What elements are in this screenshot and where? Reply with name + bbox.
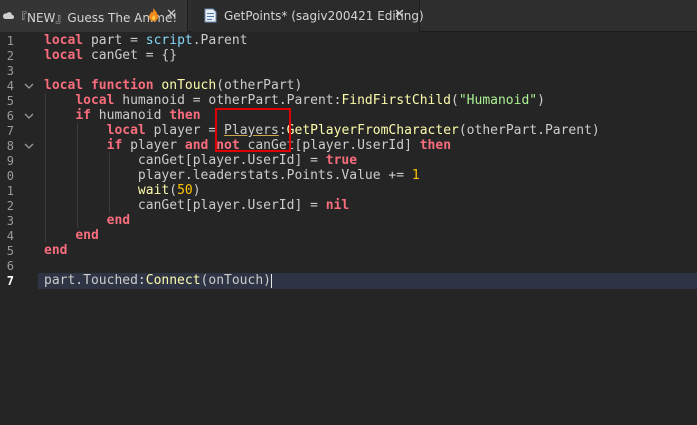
- keyword: local: [106, 123, 146, 138]
- code-line-15: end: [44, 243, 67, 259]
- code-line-14: end: [44, 228, 99, 244]
- code-text: (otherPart.Parent): [458, 123, 600, 138]
- code-text: player =: [145, 123, 225, 138]
- line-number: 3: [6, 64, 14, 78]
- fold-chevron-icon[interactable]: [24, 138, 34, 154]
- line-number: 3: [6, 214, 14, 228]
- keyword: end: [106, 213, 131, 228]
- line-number: 1: [6, 184, 14, 198]
- keyword: then: [169, 108, 201, 123]
- script-editor[interactable]: 1 2 3 4 5 6 7 8 9 0 1 2 3 4 5 6 7 local …: [0, 32, 697, 425]
- code-line-12: canGet[player.UserId] = nil: [44, 198, 349, 214]
- function-name: FindFirstChild: [341, 93, 452, 108]
- fold-chevron-icon[interactable]: [24, 78, 34, 94]
- keyword: true: [325, 153, 358, 168]
- keyword: local: [44, 78, 84, 93]
- close-tab-icon[interactable]: ✕: [166, 7, 177, 22]
- keyword: local: [44, 33, 84, 48]
- line-number: 8: [6, 139, 14, 153]
- line-number: 6: [6, 109, 14, 123]
- tab-getpoints[interactable]: GetPoints* (sagiv200421 Editing) ✕: [191, 0, 424, 32]
- code-line-13: end: [44, 213, 130, 229]
- code-line-17: part.Touched:Connect(onTouch): [44, 273, 272, 289]
- code-line-10: player.leaderstats.Points.Value += 1: [44, 168, 420, 184]
- code-text: (: [169, 183, 178, 198]
- close-tab-icon[interactable]: ✕: [394, 7, 405, 22]
- number-literal: 1: [411, 168, 420, 183]
- code-line-9: canGet[player.UserId] = true: [44, 153, 357, 169]
- code-text: (: [451, 93, 459, 108]
- code-line-2: local canGet = {}: [44, 48, 177, 64]
- keyword: if: [106, 138, 123, 153]
- keyword: local: [44, 48, 84, 63]
- line-number: 5: [6, 94, 14, 108]
- keyword: nil: [325, 198, 350, 213]
- keyword: local: [75, 93, 115, 108]
- code-text: .Parent: [192, 33, 248, 48]
- line-number: 4: [6, 229, 14, 243]
- keyword: then: [419, 138, 452, 153]
- code-line-5: local humanoid = otherPart.Parent:FindFi…: [44, 93, 545, 109]
- code-line-11: wait(50): [44, 183, 201, 199]
- tab-bar: 『NEW』Guess The Anime! ✕ GetPoints* (sagi…: [0, 0, 697, 32]
- line-number: 2: [6, 49, 14, 63]
- line-number: 7: [6, 124, 14, 138]
- keyword: end: [44, 243, 68, 258]
- line-number: 2: [6, 199, 14, 213]
- code-text: humanoid = otherPart.Parent:: [114, 93, 342, 108]
- builtin: script: [145, 33, 193, 48]
- code-text: canGet[player.UserId] =: [137, 153, 326, 168]
- code-text: (otherPart): [216, 78, 303, 93]
- code-text: (onTouch): [200, 273, 271, 288]
- script-icon: [204, 8, 217, 26]
- function-name: Connect: [145, 273, 201, 288]
- code-text: player.leaderstats.Points.Value +=: [137, 168, 412, 183]
- code-text: part.Touched:: [44, 273, 146, 288]
- keyword: end: [75, 228, 99, 243]
- keyword: function: [90, 78, 154, 93]
- line-number: 6: [6, 259, 14, 273]
- code-text: player: [122, 138, 185, 153]
- code-line-4: local function onTouch(otherPart): [44, 78, 302, 94]
- function-name: wait: [137, 183, 170, 198]
- line-number: 0: [6, 169, 14, 183]
- line-number: 4: [6, 79, 14, 93]
- text-caret: [271, 273, 272, 288]
- keyword: if: [75, 108, 91, 123]
- code-line-1: local part = script.Parent: [44, 33, 248, 49]
- code-text: part =: [83, 33, 146, 48]
- function-name: onTouch: [161, 78, 217, 93]
- number-literal: 50: [177, 183, 193, 198]
- line-number: 1: [6, 34, 14, 48]
- keyword: and: [184, 138, 209, 153]
- code-line-6: if humanoid then: [44, 108, 201, 124]
- string-literal: "Humanoid": [458, 93, 538, 108]
- code-text: canGet = {}: [83, 48, 178, 63]
- code-text: humanoid: [90, 108, 170, 123]
- code-line-7: local player = Players:GetPlayerFromChar…: [44, 123, 600, 139]
- fold-chevron-icon[interactable]: [24, 108, 34, 124]
- code-text: ): [537, 93, 545, 108]
- line-number: 9: [6, 154, 14, 168]
- line-number-current: 7: [6, 274, 14, 288]
- fire-icon: [148, 8, 159, 25]
- code-text: canGet[player.UserId] =: [137, 198, 326, 213]
- function-name: GetPlayerFromCharacter: [286, 123, 459, 138]
- line-number: 5: [6, 244, 14, 258]
- tab-guess-the-anime[interactable]: 『NEW』Guess The Anime! ✕: [0, 0, 188, 32]
- code-text: ): [192, 183, 201, 198]
- cloud-icon: [2, 9, 14, 23]
- highlight-box: [215, 108, 291, 152]
